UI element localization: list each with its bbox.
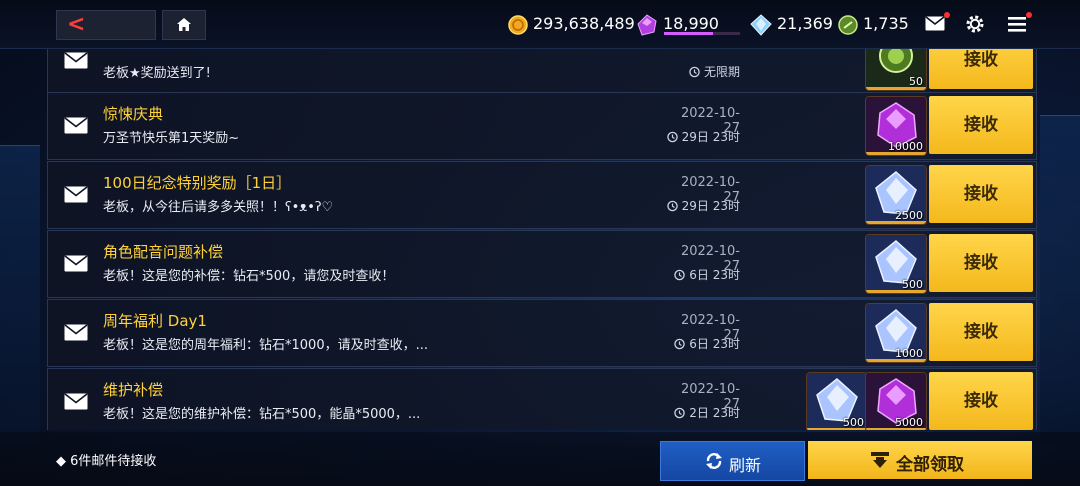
claim-button[interactable]: 接收: [929, 303, 1033, 361]
mail-expiry-text: 6日 23时: [689, 337, 740, 351]
claim-button[interactable]: 接收: [929, 165, 1033, 223]
diamond-icon: [750, 13, 772, 36]
gold-counter[interactable]: 293,638,489: [508, 12, 635, 36]
gear-icon[interactable]: [965, 14, 985, 34]
mail-description: 老板！这是您的补偿：钻石*500，请您及时查收！: [103, 269, 395, 284]
mail-description: 老板★奖励送到了!: [103, 66, 211, 81]
mail-description: 万圣节快乐第1天奖励~: [103, 131, 240, 146]
home-icon: [177, 18, 191, 31]
mail-row[interactable]: 维护补偿 老板！这是您的维护补偿：钻石*500，能晶*5000，... 2022-1…: [47, 368, 1037, 430]
reward-count: 2500: [895, 209, 923, 222]
back-arrow-icon: <: [67, 12, 86, 37]
reward-count: 1000: [895, 347, 923, 360]
reward-item-amethyst[interactable]: 10000: [865, 96, 927, 156]
mail-description: 老板，从今往后请多多关照！！ʕ•ᴥ•ʔ♡: [103, 200, 334, 215]
envelope-icon: [64, 117, 88, 138]
refresh-button[interactable]: 刷新: [660, 441, 805, 481]
reward-count: 10000: [888, 140, 923, 153]
gold-value: 293,638,489: [533, 14, 635, 33]
gold-coin-icon: [508, 14, 528, 35]
claim-button[interactable]: 接收: [929, 372, 1033, 430]
reward-item-diamond[interactable]: 500: [865, 234, 927, 294]
mail-expiry-text: 6日 23时: [689, 268, 740, 282]
refresh-icon: [706, 453, 722, 469]
mail-notification-dot: [944, 12, 950, 18]
mail-expiry-text: 29日 23时: [681, 130, 740, 144]
amethyst-value: 18,990: [663, 14, 719, 33]
reward-item-diamond[interactable]: 500: [806, 372, 868, 430]
claim-all-label: 全部领取: [896, 455, 964, 475]
clock-icon: [673, 338, 686, 353]
mail-title: 周年福利 Day1: [103, 312, 207, 330]
medal-icon: [838, 14, 858, 35]
claim-button[interactable]: 接收: [929, 48, 1033, 89]
envelope-icon: [64, 186, 88, 207]
mail-icon[interactable]: [925, 16, 945, 31]
mail-title: 100日纪念特别奖励［1日］: [103, 174, 292, 192]
reward-item-diamond[interactable]: 1000: [865, 303, 927, 363]
envelope-icon: [64, 255, 88, 276]
mail-row[interactable]: 惊悚庆典 万圣节快乐第1天奖励~ 2022-10-27 29日 23时 10000 接收: [47, 92, 1037, 160]
clock-icon: [673, 269, 686, 284]
reward-item-medal[interactable]: 50: [865, 48, 927, 91]
diamond-value: 21,369: [777, 14, 833, 33]
mail-list[interactable]: 老板★奖励送到了! 无限期 50 接收 惊悚庆典 万圣节快乐第1天奖励~ 2022-10-2…: [47, 48, 1037, 430]
mail-row[interactable]: 老板★奖励送到了! 无限期 50 接收: [47, 48, 1037, 95]
reward-item-amethyst[interactable]: 5000: [865, 372, 927, 430]
top-bar: < 293,638,489 18,990 21,369 1,735: [0, 0, 1080, 49]
mail-expiry-text: 2日 23时: [689, 406, 740, 420]
envelope-icon: [64, 324, 88, 345]
reward-count: 500: [902, 278, 923, 291]
reward-item-diamond[interactable]: 2500: [865, 165, 927, 225]
download-tray-icon: [871, 452, 889, 468]
mail-description: 老板！这是您的维护补偿：钻石*500，能晶*5000，...: [103, 407, 421, 422]
claim-button[interactable]: 接收: [929, 96, 1033, 154]
medal-value: 1,735: [863, 14, 909, 33]
mail-title: 维护补偿: [103, 381, 164, 399]
amethyst-progress-bar: [664, 32, 740, 35]
clock-icon: [688, 66, 700, 81]
mail-expiry: 29日 23时: [648, 197, 740, 215]
home-button[interactable]: [162, 10, 206, 40]
claim-button[interactable]: 接收: [929, 234, 1033, 292]
reward-count: 5000: [895, 416, 923, 429]
mail-row[interactable]: 100日纪念特别奖励［1日］ 老板，从今往后请多多关照！！ʕ•ᴥ•ʔ♡ 2022-1…: [47, 161, 1037, 229]
envelope-icon: [64, 52, 88, 73]
mail-row[interactable]: 角色配音问题补偿 老板！这是您的补偿：钻石*500，请您及时查收！ 2022-10-…: [47, 230, 1037, 298]
mail-row[interactable]: 周年福利 Day1 老板！这是您的周年福利：钻石*1000，请及时查收，... 20…: [47, 299, 1037, 367]
menu-notification-dot: [1026, 12, 1032, 18]
envelope-icon: [64, 393, 88, 414]
mail-title: 角色配音问题补偿: [103, 243, 224, 261]
clock-icon: [673, 407, 686, 422]
pending-mail-count: ◆ 6件邮件待接收: [56, 454, 157, 469]
mail-expiry: 6日 23时: [648, 335, 740, 353]
claim-all-button[interactable]: 全部领取: [808, 441, 1032, 479]
refresh-label: 刷新: [729, 456, 762, 475]
mail-expiry-text: 无限期: [703, 65, 740, 79]
clock-icon: [666, 131, 678, 146]
mail-expiry: 2日 23时: [648, 404, 740, 422]
mail-expiry: 无限期: [648, 63, 740, 81]
mail-expiry: 29日 23时: [648, 128, 740, 146]
back-button[interactable]: <: [56, 10, 156, 40]
amethyst-icon: [637, 13, 657, 36]
reward-count: 500: [843, 416, 864, 429]
mail-expiry: 6日 23时: [648, 266, 740, 284]
clock-icon: [666, 200, 678, 215]
reward-count: 50: [909, 75, 923, 88]
medal-counter[interactable]: 1,735: [838, 12, 909, 36]
mail-title: 惊悚庆典: [103, 105, 164, 123]
mail-expiry-text: 29日 23时: [681, 199, 740, 213]
diamond-counter[interactable]: 21,369: [750, 12, 833, 36]
mail-description: 老板！这是您的周年福利：钻石*1000，请及时查收，...: [103, 338, 428, 353]
menu-icon[interactable]: [1008, 16, 1026, 32]
